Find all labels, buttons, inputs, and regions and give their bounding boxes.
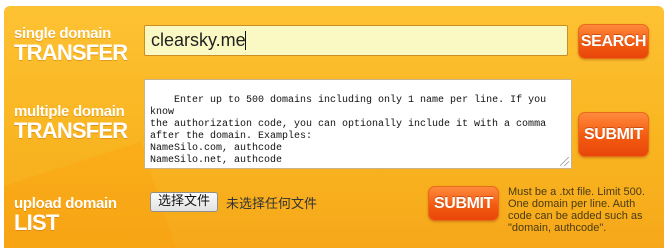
single-domain-input[interactable] (144, 25, 568, 56)
upload-list-label-big: LIST (14, 210, 59, 235)
choose-file-button[interactable]: 选择文件 (150, 192, 219, 212)
submit-upload-button[interactable]: SUBMIT (428, 186, 499, 221)
textarea-text: Enter up to 500 domains including only 1… (150, 95, 547, 166)
submit-multiple-button[interactable]: SUBMIT (578, 112, 649, 157)
resize-grip-icon[interactable] (560, 157, 569, 166)
multiple-transfer-label: multiple domain TRANSFER (14, 104, 128, 143)
text-cursor (245, 31, 246, 50)
single-transfer-label: single domain TRANSFER (14, 26, 128, 65)
upload-list-label: upload domain LIST (14, 196, 117, 234)
multiple-domains-textarea[interactable]: Enter up to 500 domains including only 1… (144, 79, 572, 169)
multiple-transfer-label-big: TRANSFER (14, 118, 128, 143)
domain-transfer-panel: single domain TRANSFER SEARCH multiple d… (0, 0, 670, 252)
upload-note: Must be a .txt file. Limit 500. One doma… (508, 186, 645, 234)
file-status-text: 未选择任何文件 (226, 197, 318, 212)
search-button[interactable]: SEARCH (578, 24, 649, 59)
single-transfer-label-big: TRANSFER (14, 40, 128, 65)
